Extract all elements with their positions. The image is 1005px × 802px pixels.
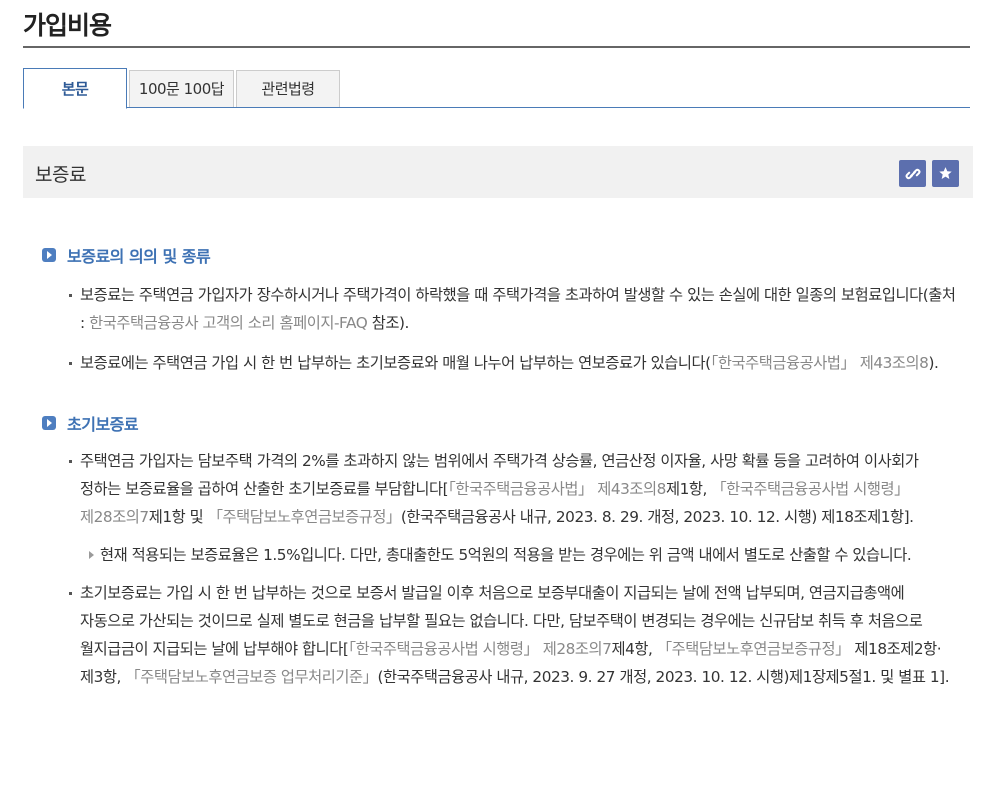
- star-icon: [938, 166, 953, 181]
- reference-link[interactable]: 「한국주택금융공사법」 제43조의8: [711, 354, 929, 372]
- tab-bar: 본문 100문 100답 관련법령: [23, 68, 970, 109]
- sub-list-item: 현재 적용되는 보증료율은 1.5%입니다. 다만, 총대출한도 5억원의 적용…: [42, 541, 962, 569]
- reference-link[interactable]: 한국주택금융공사 고객의 소리 홈페이지-FAQ: [89, 314, 368, 332]
- section-title: 보증료: [35, 164, 86, 186]
- reference-link[interactable]: 「주택담보노후연금보증규정」: [208, 508, 402, 526]
- heading-text: 초기보증료: [67, 415, 139, 434]
- article-body: 보증료의 의의 및 종류 보증료는 주택연금 가입자가 장수하시거나 주택가격이…: [42, 243, 962, 691]
- list-item: 초기보증료는 가입 시 한 번 납부하는 것으로 보증서 발급일 이후 처음으로…: [42, 579, 962, 691]
- section-header: 보증료: [23, 146, 973, 198]
- title-divider: [23, 46, 970, 48]
- tab-main[interactable]: 본문: [23, 68, 127, 109]
- bookmark-button[interactable]: [932, 160, 959, 187]
- tab-related-laws[interactable]: 관련법령: [236, 70, 340, 107]
- link-button[interactable]: [899, 160, 926, 187]
- page-title: 가입비용: [23, 11, 112, 40]
- heading-initial-guarantee-fee: 초기보증료: [42, 411, 962, 435]
- reference-link[interactable]: 「한국주택금융공사법 시행령」 제28조의7: [348, 640, 612, 658]
- list-item: 주택연금 가입자는 담보주택 가격의 2%를 초과하지 않는 범위에서 주택가격…: [42, 447, 962, 531]
- heading-text: 보증료의 의의 및 종류: [67, 247, 211, 266]
- reference-link[interactable]: 「주택담보노후연금보증규정」: [657, 640, 851, 658]
- heading-bullet-icon: [42, 416, 56, 430]
- list-item: 보증료에는 주택연금 가입 시 한 번 납부하는 초기보증료와 매월 나누어 납…: [42, 349, 962, 377]
- reference-link[interactable]: 「한국주택금융공사법」 제43조의8: [448, 480, 666, 498]
- reference-link[interactable]: 「주택담보노후연금보증 업무처리기준」: [125, 668, 378, 686]
- link-icon: [905, 166, 921, 182]
- list-item: 보증료는 주택연금 가입자가 장수하시거나 주택가격이 하락했을 때 주택가격을…: [42, 281, 962, 337]
- tab-100qa[interactable]: 100문 100답: [129, 70, 234, 107]
- heading-bullet-icon: [42, 248, 56, 262]
- heading-guarantee-fee-types: 보증료의 의의 및 종류: [42, 243, 962, 267]
